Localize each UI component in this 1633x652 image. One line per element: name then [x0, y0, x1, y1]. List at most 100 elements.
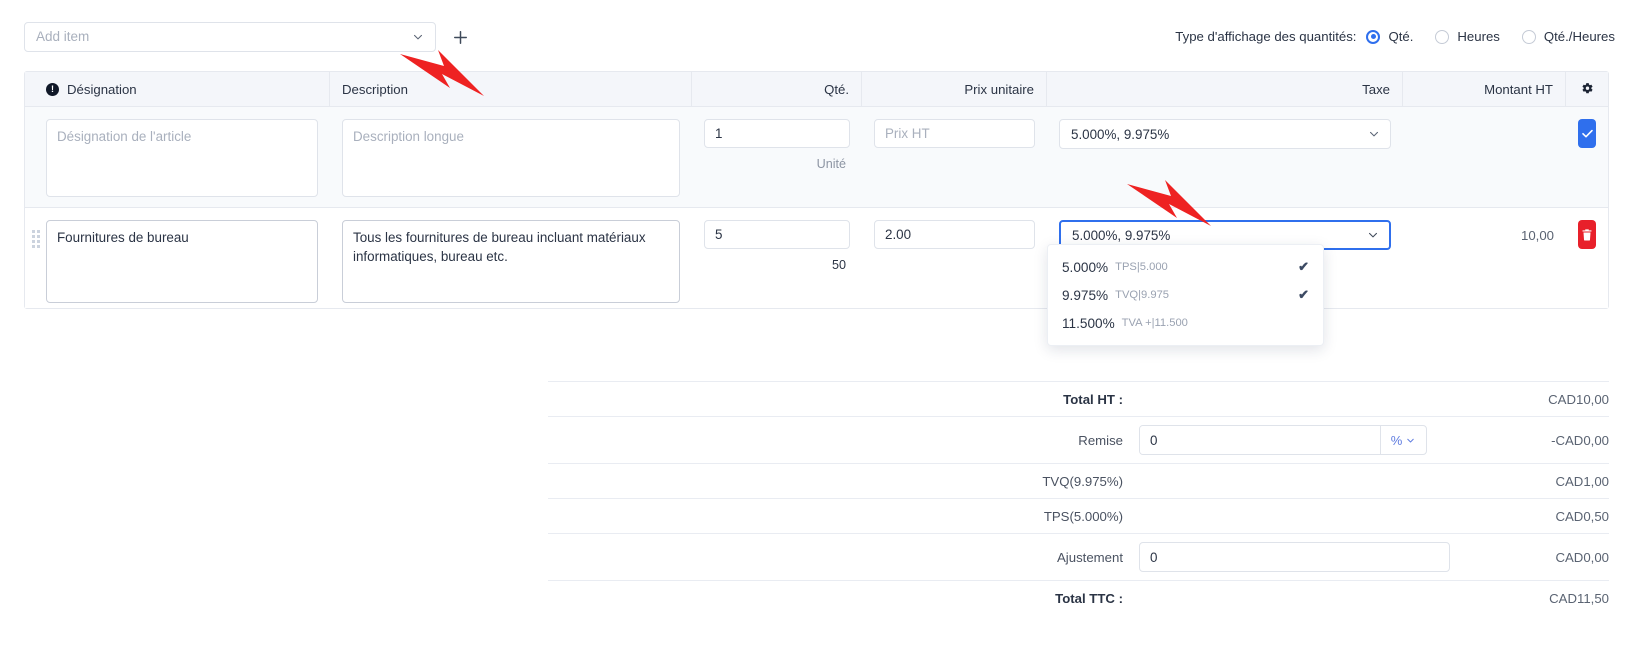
entry-qty-input[interactable]: [704, 119, 850, 148]
radio-qte-heures-input[interactable]: [1521, 29, 1536, 44]
add-item-placeholder-text: Add item: [36, 29, 90, 45]
column-header-amount-ht-label: Montant HT: [1484, 81, 1553, 97]
entry-price-cell: [862, 107, 1047, 207]
line-items-table: ! Désignation Description Qté. Prix unit…: [24, 71, 1609, 346]
entry-amount-cell: [1403, 107, 1566, 207]
check-icon: ✔: [1298, 259, 1309, 274]
item-description-cell: [330, 208, 692, 308]
tax-option-tps[interactable]: 5.000% TPS|5.000 ✔: [1048, 253, 1323, 281]
toolbar: Add item Type d'affichage des quantités:…: [0, 0, 1633, 62]
ajustement-row: Ajustement CAD0,00: [548, 533, 1609, 580]
plus-icon: [454, 30, 467, 44]
delete-item-button[interactable]: [1578, 220, 1596, 249]
radio-option-qte[interactable]: Qté.: [1366, 29, 1413, 44]
radio-qte-label: Qté.: [1388, 29, 1414, 44]
tps-label: TPS(5.000%): [1043, 508, 1123, 524]
tax-option-tvq[interactable]: 9.975% TVQ|9.975 ✔: [1048, 281, 1323, 309]
entry-tax-cell: 5.000%, 9.975%: [1047, 107, 1403, 207]
add-item-button[interactable]: [445, 22, 476, 52]
column-header-qty: Qté.: [692, 71, 862, 107]
column-header-description-label: Description: [342, 81, 408, 97]
total-ttc-value: CAD11,50: [1549, 590, 1609, 606]
tax-option-code: TVA +|11.500: [1121, 317, 1188, 329]
item-qty-total-label: 50: [831, 258, 846, 272]
ajustement-input-group: [1139, 542, 1450, 572]
column-header-designation: ! Désignation: [25, 71, 330, 107]
tvq-label: TVQ(9.975%): [1042, 473, 1123, 489]
quantity-display-label: Type d'affichage des quantités:: [1175, 29, 1357, 44]
entry-designation-cell: [25, 107, 330, 207]
item-action-cell: [1566, 208, 1608, 308]
radio-option-heures[interactable]: Heures: [1435, 29, 1500, 44]
tvq-row: TVQ(9.975%) CAD1,00: [548, 463, 1609, 498]
remise-control: %: [1139, 425, 1459, 455]
gear-icon: [1581, 82, 1593, 93]
remise-input[interactable]: [1140, 426, 1380, 454]
remise-unit-label: %: [1390, 432, 1403, 448]
entry-designation-input[interactable]: [46, 119, 318, 197]
remise-input-group: %: [1139, 425, 1427, 455]
confirm-item-button[interactable]: [1578, 119, 1596, 148]
column-header-settings[interactable]: [1566, 72, 1608, 107]
item-amount-cell: 10,00: [1403, 208, 1566, 308]
column-header-designation-label: Désignation: [67, 81, 137, 97]
item-qty-input[interactable]: [704, 220, 850, 249]
item-tax-cell: 5.000%, 9.975% 5.000% TPS|5.000 ✔ 9.975%…: [1047, 208, 1403, 346]
tax-option-percent: 5.000%: [1062, 259, 1109, 275]
remise-unit-select[interactable]: %: [1380, 426, 1426, 454]
remise-total-value: -CAD0,00: [1551, 432, 1609, 448]
column-header-description: Description: [330, 71, 692, 107]
entry-qty-cell: Unité: [692, 107, 862, 207]
tps-row: TPS(5.000%) CAD0,50: [548, 498, 1609, 533]
item-price-input[interactable]: [874, 220, 1035, 249]
item-tax-value: 5.000%, 9.975%: [1072, 227, 1171, 243]
check-icon: ✔: [1298, 287, 1309, 302]
add-item-select[interactable]: Add item: [24, 22, 436, 52]
chevron-down-icon: [1369, 131, 1379, 137]
item-amount-value: 10,00: [1520, 228, 1554, 243]
radio-heures-label: Heures: [1457, 29, 1500, 44]
tax-option-code: TVQ|9.975: [1115, 289, 1170, 301]
ajustement-label: Ajustement: [1057, 549, 1123, 565]
new-item-entry-row: Unité 5.000%, 9.975%: [25, 107, 1608, 208]
column-header-unit-price-label: Prix unitaire: [964, 81, 1034, 97]
radio-option-qte-heures[interactable]: Qté./Heures: [1521, 29, 1615, 44]
quantity-display-type: Type d'affichage des quantités: Qté. Heu…: [1175, 29, 1615, 44]
tax-option-percent: 11.500%: [1062, 315, 1115, 331]
invoice-line-items-editor: Add item Type d'affichage des quantités:…: [0, 0, 1633, 652]
entry-action-cell: [1566, 107, 1608, 207]
remise-label: Remise: [1078, 432, 1123, 448]
radio-heures-input[interactable]: [1435, 29, 1450, 44]
item-designation-cell: [25, 208, 330, 308]
ajustement-control: [1139, 542, 1459, 572]
total-ttc-label: Total TTC :: [1055, 590, 1123, 606]
entry-price-input[interactable]: [874, 119, 1035, 148]
tax-options-dropdown: 5.000% TPS|5.000 ✔ 9.975% TVQ|9.975 ✔ 11…: [1047, 244, 1324, 346]
item-designation-input[interactable]: [46, 220, 318, 303]
required-icon: !: [46, 82, 59, 96]
tax-option-percent: 9.975%: [1062, 287, 1109, 303]
column-header-tax: Taxe: [1047, 71, 1403, 107]
remise-row: Remise % -CAD0,00: [548, 416, 1609, 463]
table-header-row: ! Désignation Description Qté. Prix unit…: [25, 71, 1608, 107]
total-ht-row: Total HT : CAD10,00: [548, 381, 1609, 416]
tps-value: CAD0,50: [1555, 508, 1609, 524]
ajustement-input[interactable]: [1140, 549, 1449, 565]
tax-option-tva[interactable]: 11.500% TVA +|11.500: [1048, 309, 1323, 337]
total-ht-value: CAD10,00: [1548, 391, 1609, 407]
column-header-tax-label: Taxe: [1362, 81, 1390, 97]
entry-description-input[interactable]: [342, 119, 680, 197]
entry-tax-select[interactable]: 5.000%, 9.975%: [1059, 119, 1391, 149]
table-row: 50 5.000%, 9.975% 5.000% TPS|5.000 ✔: [25, 208, 1608, 346]
entry-description-cell: [330, 107, 692, 207]
item-qty-cell: 50: [692, 208, 862, 308]
ajustement-total-value: CAD0,00: [1555, 549, 1609, 565]
column-header-unit-price: Prix unitaire: [862, 71, 1047, 107]
check-icon: [1581, 129, 1593, 138]
column-header-amount-ht: Montant HT: [1403, 71, 1566, 107]
radio-qte-input[interactable]: [1366, 29, 1381, 44]
chevron-down-icon: [1407, 438, 1415, 442]
tax-option-code: TPS|5.000: [1115, 261, 1168, 273]
item-description-input[interactable]: [342, 220, 680, 303]
item-price-cell: [862, 208, 1047, 308]
